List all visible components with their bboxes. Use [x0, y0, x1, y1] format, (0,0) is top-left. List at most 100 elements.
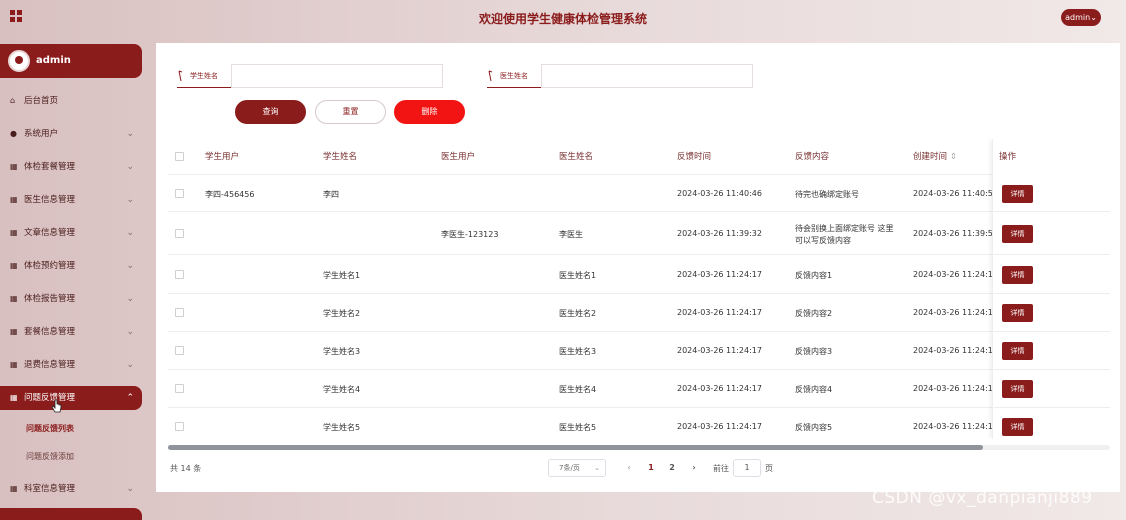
column-header-label: 反馈内容 [795, 152, 830, 162]
table-cell: 学生姓名2 [323, 309, 361, 318]
row-checkbox[interactable] [175, 422, 184, 431]
reset-button[interactable]: 重置 [315, 100, 386, 124]
doctor-name-label: 医生姓名 [500, 72, 528, 80]
doctor-name-field: 医生姓名 [487, 64, 753, 88]
delete-button[interactable]: 删除 [394, 100, 465, 124]
table-cell: 学生姓名5 [323, 423, 361, 432]
row-checkbox[interactable] [175, 269, 184, 279]
page-1-button[interactable]: 1 [642, 459, 660, 477]
detail-button[interactable]: 详情 [1002, 342, 1033, 360]
column-header: 反馈时间 [677, 139, 711, 175]
row-checkbox[interactable] [175, 346, 184, 355]
sidebar-item[interactable]: ▦ 体检套餐管理 ⌄ [0, 155, 142, 179]
scrollbar-thumb[interactable] [168, 445, 983, 450]
sort-icon[interactable]: ⇕ [950, 152, 957, 162]
detail-button[interactable]: 详情 [1002, 184, 1033, 203]
detail-button[interactable]: 详情 [1002, 418, 1033, 436]
sidebar-item-partial[interactable] [0, 508, 142, 520]
column-header-label: 学生姓名 [323, 152, 358, 162]
query-button[interactable]: 查询 [235, 100, 306, 124]
horizontal-scrollbar[interactable] [168, 445, 1110, 450]
goto-prefix: 前往 [713, 464, 729, 473]
grid-icon: ▦ [10, 261, 18, 270]
table-cell: 李医生-123123 [441, 229, 499, 239]
sidebar-item[interactable]: ⌂ 后台首页 [0, 89, 142, 113]
table-cell: 2024-03-26 11:24:17 [913, 308, 998, 317]
next-page-button[interactable]: › [685, 459, 703, 477]
detail-button[interactable]: 详情 [1002, 224, 1033, 243]
watermark: CSDN @vx_danpianji889 [872, 488, 1093, 508]
feedback-content-cell: 反馈内容2 [795, 308, 832, 320]
table-cell: 2024-03-26 11:24:17 [677, 422, 762, 431]
table-cell: 医生姓名4 [559, 385, 597, 394]
top-bar: 欢迎使用学生健康体检管理系统 admin⌄ [0, 0, 1126, 36]
sidebar-subitem[interactable]: 问题反馈列表 [0, 418, 142, 440]
table-cell: 医生姓名3 [559, 347, 597, 356]
sidebar-item[interactable]: ▦ 退费信息管理 ⌄ [0, 353, 142, 377]
grid-icon: ▦ [10, 294, 18, 303]
sidebar-item[interactable]: ▦ 文章信息管理 ⌄ [0, 221, 142, 245]
chevron-down-icon: ⌄ [126, 228, 134, 238]
chevron-down-icon: ⌄ [126, 162, 134, 172]
sidebar-item-label: 后台首页 [24, 96, 59, 106]
user-menu-button[interactable]: admin⌄ [1061, 9, 1101, 26]
row-checkbox[interactable] [175, 384, 184, 393]
row-checkbox[interactable] [175, 188, 184, 198]
feedback-content-line: 反馈内容1 [795, 270, 833, 280]
row-divider [993, 211, 1110, 212]
sidebar-item-label: 体检预约管理 [24, 261, 76, 271]
sidebar-item[interactable]: ▦ 医生信息管理 ⌄ [0, 188, 142, 212]
feedback-content-cell: 反馈内容5 [795, 422, 832, 434]
sidebar-item[interactable]: ● 系统用户 ⌄ [0, 122, 142, 146]
grid-icon: ▦ [10, 195, 18, 204]
sidebar-subitem[interactable]: 问题反馈添加 [0, 446, 142, 468]
sidebar-item[interactable]: ▦ 套餐信息管理 ⌄ [0, 320, 142, 344]
table-cell: 2024-03-26 11:24:17 [913, 346, 998, 355]
prev-page-button[interactable]: ‹ [620, 459, 638, 477]
row-checkbox[interactable] [175, 308, 184, 317]
student-name-label: 学生姓名 [190, 72, 218, 80]
detail-button[interactable]: 详情 [1002, 304, 1033, 322]
sidebar-item-label: 科室信息管理 [24, 484, 76, 494]
table-cell: 李医生 [559, 229, 583, 239]
chevron-down-icon: ⌄ [1090, 13, 1097, 22]
column-header[interactable]: 创建时间 ⇕ [913, 139, 957, 175]
feedback-content-line: 反馈内容2 [795, 309, 833, 318]
goto-page-input[interactable]: 1 [733, 459, 761, 477]
chevron-down-icon: ⌄ [126, 261, 134, 271]
table-cell: 2024-03-26 11:39:55 [913, 228, 998, 238]
table-row: 学生姓名2 医生姓名2 2024-03-26 11:24:17 反馈内容2 2024-0… [168, 294, 1110, 332]
column-header: 学生姓名 [323, 139, 357, 175]
sidebar-item[interactable]: ▦ 体检报告管理 ⌄ [0, 287, 142, 311]
select-all-checkbox[interactable] [175, 152, 184, 161]
student-name-input[interactable] [231, 64, 443, 88]
avatar [8, 50, 30, 72]
sidebar-item[interactable]: ▦ 科室信息管理 ⌄ [0, 477, 142, 501]
total-count: 共 14 条 [170, 464, 202, 473]
row-divider [993, 254, 1110, 255]
row-checkbox[interactable] [175, 228, 184, 238]
table-cell: 2024-03-26 11:24:17 [677, 269, 762, 279]
table-cell: 2024-03-26 11:40:46 [677, 188, 762, 198]
chevron-down-icon: ⌄ [126, 129, 134, 139]
feedback-content-line: 待会别换上面绑定账号 这里 [795, 223, 894, 233]
user-menu-label: admin [1065, 13, 1091, 22]
chevron-down-icon: ⌄ [126, 360, 134, 370]
table-row: 学生姓名4 医生姓名4 2024-03-26 11:24:17 反馈内容4 2024-0… [168, 370, 1110, 408]
page-2-button[interactable]: 2 [663, 459, 681, 477]
detail-button[interactable]: 详情 [1002, 265, 1033, 284]
doctor-name-input[interactable] [541, 64, 753, 88]
table-cell: 医生姓名2 [559, 309, 597, 318]
grid-icon: ▦ [10, 484, 18, 493]
main-panel: 学生姓名 医生姓名 查询 重置 删除 学生用户 学生姓名 医生用户 医生姓名 反馈时间反… [156, 43, 1120, 492]
sidebar-item-label: 文章信息管理 [24, 228, 76, 238]
detail-button[interactable]: 详情 [1002, 380, 1033, 398]
table-cell: 医生姓名1 [559, 270, 597, 280]
table-cell: 李四 [323, 189, 339, 199]
sidebar-profile: admin [0, 44, 142, 78]
feedback-content-line: 可以写反馈内容 [795, 235, 851, 245]
sidebar-item[interactable]: ▦ 问题反馈管理 ⌃ [0, 386, 142, 410]
sidebar-item[interactable]: ▦ 体检预约管理 ⌄ [0, 254, 142, 278]
page-size-select[interactable]: 7条/页 ⌄ [548, 459, 606, 477]
table-cell: 2024-03-26 11:24:17 [913, 422, 998, 431]
